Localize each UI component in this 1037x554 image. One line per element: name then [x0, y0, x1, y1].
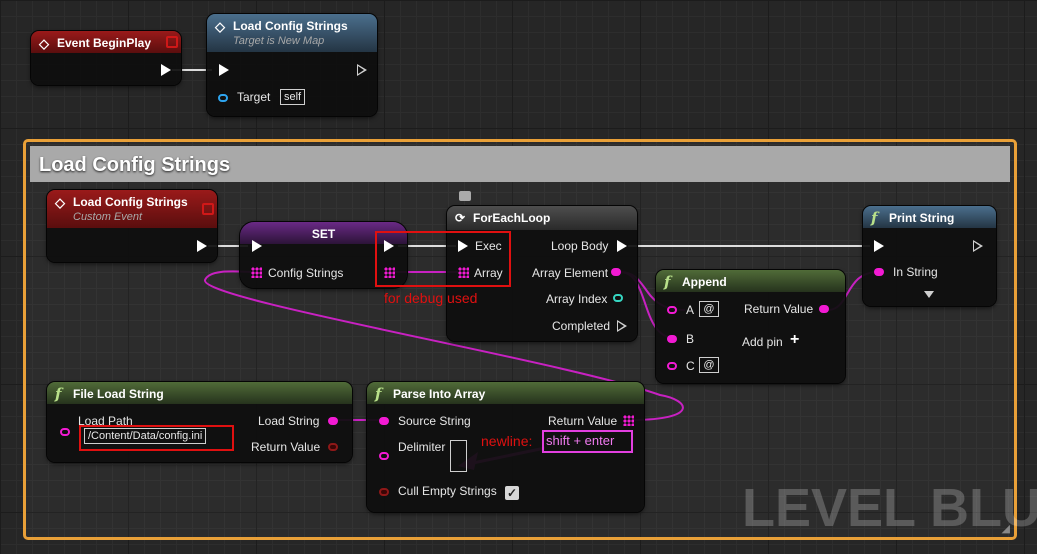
delimiter-label: Delimiter: [398, 440, 446, 454]
node-subtitle: Custom Event: [73, 211, 143, 223]
exec-out-pin[interactable]: [197, 240, 207, 252]
load-config-call-node[interactable]: ◇ Load Config Strings Target is New Map …: [207, 14, 377, 116]
debug-note: for debug used: [384, 290, 478, 306]
target-value[interactable]: self: [280, 89, 306, 105]
print-string-node[interactable]: f Print String In String: [863, 206, 996, 306]
return-value-pin[interactable]: [328, 443, 338, 451]
newline-note: newline:: [481, 433, 533, 449]
add-pin-label[interactable]: Add pin: [742, 335, 783, 349]
array-element-label: Array Element: [532, 266, 609, 280]
exec-out-pin[interactable]: [973, 240, 983, 252]
c-value[interactable]: @: [699, 357, 719, 373]
array-in-pin[interactable]: [251, 267, 262, 278]
add-pin-plus-icon[interactable]: +: [790, 331, 799, 349]
debug-highlight-box: [375, 231, 511, 287]
expand-arrow-icon[interactable]: [924, 291, 934, 298]
c-label: C: [686, 359, 695, 373]
exec-out-pin[interactable]: [161, 64, 171, 76]
node-title: Load Config Strings: [73, 195, 188, 209]
array-element-pin[interactable]: [611, 268, 621, 276]
function-icon: f: [871, 209, 878, 227]
custom-event-node[interactable]: ◇ Load Config Strings Custom Event: [47, 190, 217, 262]
return-value-label: Return Value: [548, 414, 618, 428]
function-icon: f: [375, 385, 382, 403]
node-title: Append: [682, 275, 727, 289]
node-title: Load Config Strings: [233, 19, 348, 33]
event-diamond-icon: ◇: [55, 195, 65, 210]
in-string-label: In String: [893, 265, 938, 279]
load-string-label: Load String: [258, 414, 320, 428]
resize-handle-icon[interactable]: ◢: [1002, 522, 1010, 535]
watermark: LEVEL BLUE: [742, 478, 1037, 538]
node-title: Parse Into Array: [393, 387, 486, 401]
return-value-label: Return Value: [251, 440, 321, 454]
b-pin[interactable]: [667, 335, 677, 343]
delimiter-value[interactable]: [450, 440, 467, 472]
return-value-label: Return Value: [744, 302, 814, 316]
array-index-label: Array Index: [546, 292, 608, 306]
shortcut-note: shift + enter: [546, 433, 615, 448]
load-path-pin[interactable]: [60, 428, 70, 436]
exec-in-pin[interactable]: [252, 240, 262, 252]
b-label: B: [686, 332, 695, 346]
node-subtitle: Target is New Map: [233, 35, 325, 47]
in-string-pin[interactable]: [874, 268, 884, 276]
target-label: Target: [237, 90, 271, 104]
function-icon: f: [55, 385, 62, 403]
node-title: Print String: [889, 211, 955, 225]
cull-empty-label: Cull Empty Strings: [398, 484, 497, 498]
completed-label: Completed: [552, 319, 611, 333]
delegate-pin-icon[interactable]: [202, 203, 214, 215]
node-title: ForEachLoop: [473, 211, 551, 225]
delegate-pin-icon[interactable]: [166, 36, 178, 48]
c-pin[interactable]: [667, 362, 677, 370]
node-title: SET: [311, 227, 336, 241]
return-value-pin[interactable]: [819, 305, 829, 313]
node-title: File Load String: [73, 387, 164, 401]
delimiter-pin[interactable]: [379, 452, 389, 460]
load-path-highlight-box: [79, 425, 234, 451]
event-diamond-icon: ◇: [39, 36, 49, 51]
node-title: Event BeginPlay: [57, 36, 152, 50]
exec-out-pin[interactable]: [357, 64, 367, 76]
source-string-pin[interactable]: [379, 417, 389, 425]
function-call-icon: ◇: [215, 19, 225, 34]
return-value-array-pin[interactable]: [623, 415, 634, 426]
comment-title: Load Config Strings: [39, 154, 231, 176]
source-string-label: Source String: [398, 414, 471, 428]
array-index-pin[interactable]: [613, 294, 623, 302]
exec-in-pin[interactable]: [219, 64, 229, 76]
completed-pin[interactable]: [617, 320, 627, 332]
load-string-pin[interactable]: [328, 417, 338, 425]
function-icon: f: [664, 273, 671, 291]
cull-empty-pin[interactable]: [379, 488, 389, 496]
a-pin[interactable]: [667, 306, 677, 314]
comment-title-bar[interactable]: Load Config Strings: [30, 146, 1010, 182]
macro-loop-icon: ⟳: [455, 211, 466, 225]
a-value[interactable]: @: [699, 301, 719, 317]
config-strings-label: Config Strings: [268, 266, 344, 280]
event-begin-play-node[interactable]: ◇ Event BeginPlay: [31, 31, 181, 85]
exec-in-pin[interactable]: [874, 240, 884, 252]
a-label: A: [686, 303, 695, 317]
loop-body-label: Loop Body: [551, 239, 609, 253]
cull-empty-checkbox[interactable]: ✓: [505, 486, 519, 500]
loop-body-pin[interactable]: [617, 240, 627, 252]
comment-bubble-icon[interactable]: [459, 191, 471, 201]
append-node[interactable]: f Append A @ Return Value B Add pin + C …: [656, 270, 845, 383]
target-pin[interactable]: [218, 94, 228, 102]
